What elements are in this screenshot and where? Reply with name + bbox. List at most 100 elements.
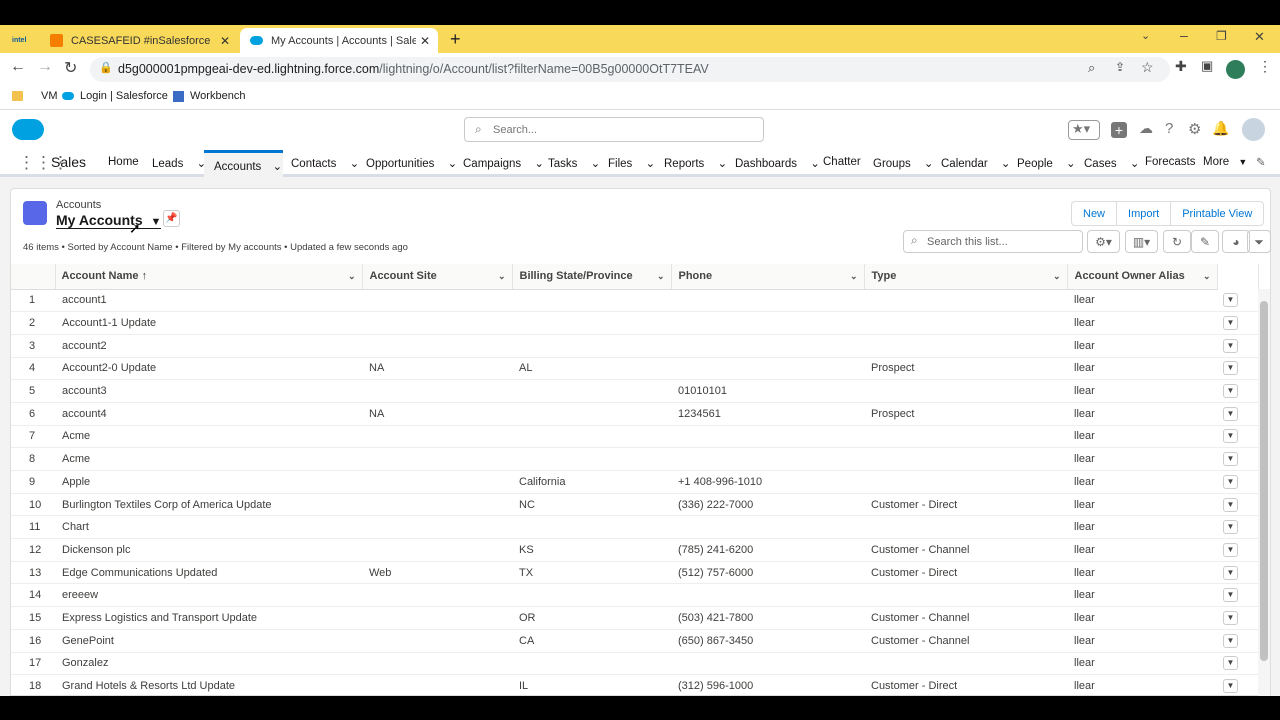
minimize-icon[interactable]: – [1180,27,1188,43]
reload-icon[interactable]: ↻ [64,58,77,78]
bookmark-workbench[interactable]: Workbench [173,90,245,102]
close-tab-icon[interactable]: ✕ [220,34,230,48]
notifications-bell-icon[interactable]: 🔔 [1212,120,1229,137]
row-action-menu-icon[interactable]: ▼ [1223,474,1238,489]
setup-gear-icon[interactable]: ⚙ [1188,120,1201,138]
nav-chatter[interactable]: Chatter [823,156,861,168]
chevron-down-icon[interactable]: ⌄ [1066,158,1076,170]
column-header-billing-state[interactable]: Billing State/Province ⌄ [512,264,672,290]
caret-down-icon[interactable]: ▼ [151,216,162,228]
favorites-star-icon[interactable]: ★▾ [1068,120,1100,140]
cell-account-name[interactable]: Apple [55,470,362,494]
row-action-menu-icon[interactable]: ▼ [1223,542,1238,557]
chevron-down-icon[interactable]: ⌄ [350,158,360,170]
pin-icon[interactable]: 📌 [163,210,180,227]
row-action-menu-icon[interactable]: ▼ [1223,520,1238,535]
chevron-down-icon[interactable]: ⌄ [1203,271,1211,282]
cell-account-name[interactable]: Dickenson plc [55,538,362,562]
nav-home[interactable]: Home [108,156,139,168]
charts-icon[interactable]: ◕ [1222,230,1250,253]
global-actions-plus-icon[interactable]: + [1111,122,1127,138]
refresh-icon[interactable]: ↻ [1163,230,1191,253]
column-header-type[interactable]: Type ⌄ [864,264,1068,290]
cell-account-name[interactable]: Grand Hotels & Resorts Ltd Update [55,674,362,698]
nav-opportunities[interactable]: Opportunities ⌄ [366,156,457,170]
nav-more[interactable]: More ▼ [1203,156,1247,168]
cell-account-name[interactable]: Account2-0 Update [55,357,362,381]
row-action-menu-icon[interactable]: ▼ [1223,384,1238,399]
new-tab-plus-icon[interactable]: + [450,29,461,50]
chevron-down-icon[interactable]: ⌄ [924,158,934,170]
cell-account-name[interactable]: Gonzalez [55,652,362,676]
cell-account-name[interactable]: Acme [55,447,362,471]
browser-tab-casesafeid[interactable]: CASESAFEID #inSalesforce ✕ [40,28,238,53]
bookmark-vm[interactable]: VM [12,90,58,102]
cell-account-name[interactable]: account4 [55,402,362,426]
back-arrow-icon[interactable]: ← [10,58,26,76]
user-avatar[interactable] [1240,116,1267,143]
chevron-down-icon[interactable]: ⌄ [657,271,665,282]
cell-account-name[interactable]: Acme [55,425,362,449]
nav-people[interactable]: People ⌄ [1017,156,1076,170]
cell-account-name[interactable]: Edge Communications Updated [55,561,362,585]
browser-tab-my-accounts[interactable]: My Accounts | Accounts | Salesfo ✕ [240,28,438,53]
cell-account-name[interactable]: Burlington Textiles Corp of America Upda… [55,493,362,517]
nav-accounts[interactable]: Accounts ⌄ [204,150,283,177]
cell-account-name[interactable]: ereeew [55,583,362,608]
cell-account-name[interactable]: account3 [55,379,362,403]
zoom-icon[interactable]: ⌕ [1088,60,1095,76]
nav-cases[interactable]: Cases ⌄ [1084,156,1139,170]
extensions-puzzle-icon[interactable]: ✚ [1175,58,1187,75]
bookmark-star-icon[interactable]: ☆ [1141,59,1154,76]
list-view-selector[interactable]: My Accounts ▼ [56,212,162,229]
restore-icon[interactable]: ❐ [1216,29,1227,43]
nav-forecasts[interactable]: Forecasts [1145,156,1196,168]
scrollbar-thumb[interactable] [1260,301,1268,661]
column-header-account-site[interactable]: Account Site ⌄ [362,264,513,290]
chevron-down-icon[interactable]: ⌄ [810,158,820,170]
cell-account-name[interactable]: Account1-1 Update [55,311,362,335]
nav-files[interactable]: Files ⌄ [608,156,655,170]
row-action-menu-icon[interactable]: ▼ [1223,338,1238,353]
nav-campaigns[interactable]: Campaigns ⌄ [463,156,544,170]
trailhead-icon[interactable]: ☁ [1139,120,1153,137]
nav-groups[interactable]: Groups ⌄ [873,156,934,170]
profile-avatar[interactable] [1226,60,1245,79]
tab-search-chevron-icon[interactable]: ⌄ [1141,29,1150,42]
forward-arrow-icon[interactable]: → [37,58,53,76]
cell-account-name[interactable]: GenePoint [55,629,362,653]
chevron-down-icon[interactable]: ⌄ [448,158,458,170]
row-action-menu-icon[interactable]: ▼ [1223,565,1238,580]
nav-calendar[interactable]: Calendar ⌄ [941,156,1011,170]
help-question-icon[interactable]: ? [1165,120,1173,137]
cell-account-name[interactable]: account2 [55,334,362,358]
window-close-icon[interactable]: ✕ [1254,29,1265,45]
cell-account-name[interactable]: Chart [55,515,362,540]
kebab-menu-icon[interactable]: ⋮ [1258,58,1272,75]
close-tab-icon[interactable]: ✕ [420,34,430,48]
edit-nav-pencil-icon[interactable]: ✎ [1256,155,1266,169]
row-action-menu-icon[interactable]: ▼ [1223,656,1238,671]
chevron-down-icon[interactable]: ⌄ [591,158,601,170]
global-search-input[interactable]: ⌕ Search... [464,117,764,142]
share-icon[interactable]: ⇪ [1115,60,1125,74]
salesforce-logo-icon[interactable] [12,119,44,140]
column-header-owner-alias[interactable]: Account Owner Alias ⌄ [1067,264,1218,290]
nav-leads[interactable]: Leads ⌄ [152,156,206,170]
chevron-down-icon[interactable]: ⌄ [348,271,356,282]
row-action-menu-icon[interactable]: ▼ [1223,316,1238,331]
nav-contacts[interactable]: Contacts ⌄ [291,156,359,170]
chevron-down-icon[interactable]: ⌄ [1053,271,1061,282]
column-header-phone[interactable]: Phone ⌄ [671,264,865,290]
list-settings-gear-icon[interactable]: ⚙▾ [1087,230,1120,253]
search-list-input[interactable]: ⌕ Search this list... [903,230,1083,253]
row-action-menu-icon[interactable]: ▼ [1223,406,1238,421]
edit-list-pencil-icon[interactable]: ✎ [1191,230,1219,253]
side-panel-icon[interactable]: ▣ [1201,58,1213,74]
url-field[interactable]: 🔒 d5g000001pmpgeai-dev-ed.lightning.forc… [90,57,1170,82]
row-action-menu-icon[interactable]: ▼ [1223,429,1238,444]
column-header-account-name[interactable]: Account Name ↑ ⌄ [55,264,363,290]
display-as-table-icon[interactable]: ▥▾ [1125,230,1158,253]
row-action-menu-icon[interactable]: ▼ [1223,679,1238,694]
chevron-down-icon[interactable]: ⌄ [534,158,544,170]
